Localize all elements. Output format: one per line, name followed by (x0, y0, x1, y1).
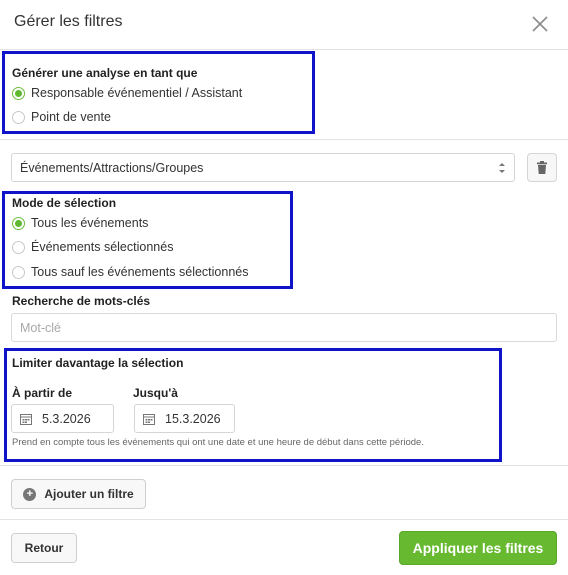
radio-point-de-vente[interactable]: Point de vente (12, 108, 111, 126)
selection-mode-heading: Mode de sélection (12, 196, 117, 210)
from-label: À partir de (12, 386, 73, 400)
apply-filters-button[interactable]: Appliquer les filtres (399, 531, 557, 565)
calendar-icon (20, 413, 32, 425)
radio-button[interactable] (12, 240, 25, 254)
radio-label: Responsable événementiel / Assistant (31, 86, 243, 100)
close-button[interactable] (530, 14, 550, 34)
radio-all-except-selected[interactable]: Tous sauf les événements sélectionnés (12, 263, 249, 281)
plus-circle-icon: + (23, 487, 37, 501)
to-label: Jusqu'à (133, 386, 178, 400)
radio-button-checked[interactable] (12, 86, 25, 100)
delete-filter-button[interactable] (527, 153, 557, 182)
from-date-value: 5.3.2026 (42, 411, 91, 426)
to-date-value: 15.3.2026 (165, 411, 221, 426)
filter-type-value: Événements/Attractions/Groupes (20, 160, 204, 175)
divider (0, 139, 568, 140)
calendar-icon (143, 413, 155, 425)
analysis-heading: Générer une analyse en tant que (12, 66, 198, 80)
divider (0, 519, 568, 520)
radio-button[interactable] (12, 265, 25, 279)
radio-button[interactable] (12, 110, 25, 124)
keywords-heading: Recherche de mots-clés (12, 294, 151, 308)
from-date-field[interactable]: 5.3.2026 (11, 404, 114, 433)
back-label: Retour (24, 541, 64, 555)
back-button[interactable]: Retour (11, 533, 77, 563)
dialog-header: Gérer les filtres (0, 0, 568, 50)
add-filter-button[interactable]: + Ajouter un filtre (11, 479, 146, 509)
limit-hint: Prend en compte tous les événements qui … (12, 437, 424, 448)
radio-responsable[interactable]: Responsable événementiel / Assistant (12, 84, 242, 102)
radio-button-checked[interactable] (12, 216, 25, 230)
trash-icon (537, 161, 547, 174)
to-date-field[interactable]: 15.3.2026 (134, 404, 235, 433)
add-filter-label: Ajouter un filtre (44, 487, 134, 501)
dialog-title: Gérer les filtres (14, 13, 123, 30)
filter-type-select[interactable]: Événements/Attractions/Groupes (11, 153, 515, 182)
keyword-input[interactable] (11, 313, 557, 342)
radio-label: Tous les événements (31, 216, 149, 230)
radio-selected-events[interactable]: Événements sélectionnés (12, 238, 173, 256)
divider (0, 465, 568, 466)
sort-arrows-icon (499, 163, 505, 173)
radio-all-events[interactable]: Tous les événements (12, 214, 148, 232)
radio-label: Point de vente (31, 110, 111, 124)
limit-heading: Limiter davantage la sélection (12, 356, 184, 370)
radio-label: Événements sélectionnés (31, 240, 174, 254)
apply-filters-label: Appliquer les filtres (412, 540, 544, 556)
close-icon (532, 16, 548, 32)
radio-label: Tous sauf les événements sélectionnés (31, 265, 249, 279)
